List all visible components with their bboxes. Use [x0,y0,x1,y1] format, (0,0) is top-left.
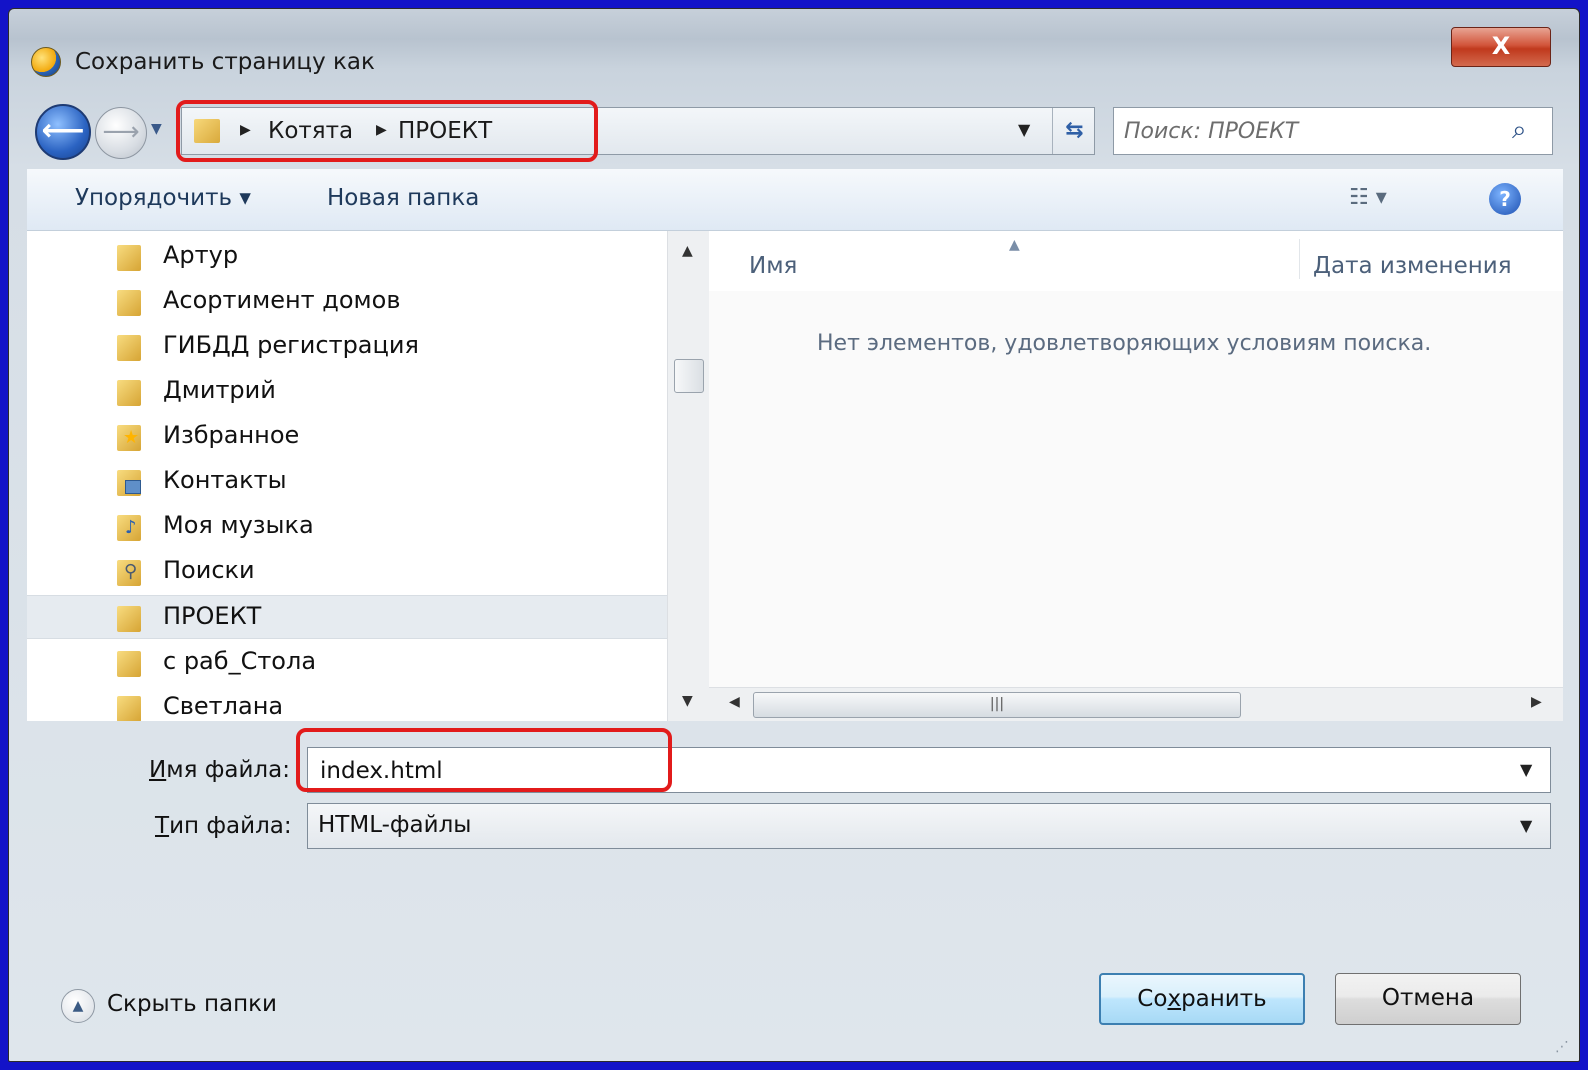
save-button[interactable]: Сохранить [1099,973,1305,1025]
tree-item-label: Дмитрий [163,376,276,404]
search-box[interactable]: ⌕ [1113,107,1553,155]
empty-results-message: Нет элементов, удовлетворяющих условиям … [817,331,1432,356]
tree-item-label: Артур [163,241,239,269]
tree-item-my-music[interactable]: Моя музыка [27,505,667,549]
tree-item-label: Контакты [163,466,287,494]
address-bar[interactable]: ▶ Котята ▶ ПРОЕКТ ▼ ⇆ [181,107,1095,155]
scroll-up-icon[interactable]: ▲ [682,243,693,259]
tree-item-label: Избранное [163,421,300,449]
tree-item-searches[interactable]: Поиски [27,550,667,594]
sort-ascending-icon: ▲ [1009,237,1020,253]
view-options-icon[interactable]: ☷ ▾ [1349,185,1387,210]
tree-item-favorites[interactable]: Избранное [27,415,667,459]
folder-icon [117,651,141,677]
column-divider[interactable] [1299,239,1300,279]
tree-item-label: Поиски [163,556,255,584]
searches-folder-icon [117,560,141,586]
filetype-select[interactable]: HTML-файлы ▼ [307,803,1551,849]
column-header-row: Имя ▲ Дата изменения [709,231,1563,291]
column-header-name[interactable]: Имя [749,253,797,279]
tree-item-label: ПРОЕКТ [163,602,262,630]
music-folder-icon [117,515,141,541]
back-button[interactable]: ⟵ [35,104,91,160]
tree-item-label: Моя музыка [163,511,314,539]
scroll-down-icon[interactable]: ▼ [682,693,693,709]
tree-vertical-scrollbar[interactable]: ▲ ▼ [667,231,709,721]
hide-folders-chevron-icon[interactable]: ▲ [61,989,95,1023]
file-list-horizontal-scrollbar[interactable]: ◀ ||| ▶ [709,687,1563,721]
forward-button[interactable]: ⟶ [95,107,147,159]
folder-icon [117,335,141,361]
new-folder-button[interactable]: Новая папка [327,185,479,211]
title-bar: Сохранить страницу как X [9,9,1579,93]
resize-grip-icon[interactable]: ⋰ [1555,1039,1569,1055]
breadcrumb-proekt[interactable]: ПРОЕКТ [398,118,492,144]
help-icon[interactable]: ? [1489,183,1521,215]
tree-item-desktop[interactable]: с раб_Стола [27,641,667,685]
back-arrow-icon: ⟵ [41,113,85,148]
hide-folders-button[interactable]: Скрыть папки [107,991,277,1017]
folder-icon [117,380,141,406]
close-button[interactable]: X [1451,27,1551,67]
filetype-dropdown-icon[interactable]: ▼ [1520,816,1532,835]
breadcrumb-kotyata[interactable]: Котята [268,118,353,144]
scroll-right-icon[interactable]: ▶ [1531,694,1542,710]
contacts-folder-icon [117,470,141,496]
command-bar: Упорядочить ▾ Новая папка ☷ ▾ ? [27,169,1563,231]
tree-item-svetlana[interactable]: Светлана [27,686,667,721]
breadcrumb-arrow-icon[interactable]: ▶ [376,122,387,138]
folder-icon [117,245,141,271]
browser-icon [31,47,61,77]
breadcrumb-arrow-icon[interactable]: ▶ [240,122,251,138]
tree-item-label: с раб_Стола [163,647,317,675]
folder-icon [117,290,141,316]
forward-arrow-icon: ⟶ [102,117,140,147]
window-title: Сохранить страницу как [75,49,375,75]
filename-dropdown-icon[interactable]: ▼ [1520,760,1532,779]
save-page-dialog: Сохранить страницу как X ⟵ ⟶ ▼ ▶ Котята … [8,8,1580,1062]
navigation-pane[interactable]: Артур Асортимент домов ГИБДД регистрация… [27,231,667,721]
tree-item-label: Светлана [163,692,284,720]
search-icon[interactable]: ⌕ [1512,115,1527,146]
cancel-button[interactable]: Отмена [1335,973,1521,1025]
filetype-label: Тип файла: [155,813,292,839]
tree-item-artur[interactable]: Артур [27,235,667,279]
filename-label: Имя файла: [149,757,290,783]
refresh-icon[interactable]: ⇆ [1052,108,1096,154]
favorites-folder-icon [117,425,141,451]
scroll-left-icon[interactable]: ◀ [729,694,740,710]
file-list-pane[interactable]: Имя ▲ Дата изменения Нет элементов, удов… [709,231,1563,721]
tree-item-contacts[interactable]: Контакты [27,460,667,504]
tree-item-label: ГИБДД регистрация [163,331,419,359]
tree-item-assortment[interactable]: Асортимент домов [27,280,667,324]
address-dropdown-icon[interactable]: ▼ [1018,120,1030,139]
recent-locations-chevron-icon[interactable]: ▼ [151,121,162,137]
search-input[interactable] [1124,116,1504,146]
scroll-thumb[interactable] [674,359,704,393]
folder-icon [117,696,141,721]
column-header-date[interactable]: Дата изменения [1313,253,1512,279]
scroll-thumb[interactable]: ||| [753,692,1241,718]
tree-item-gibdd[interactable]: ГИБДД регистрация [27,325,667,369]
filetype-value: HTML-файлы [318,812,472,838]
organize-button[interactable]: Упорядочить ▾ [75,185,251,211]
tree-item-proekt[interactable]: ПРОЕКТ [27,595,667,639]
filename-combobox[interactable]: ▼ [307,747,1551,793]
folder-icon [117,606,141,632]
tree-item-dmitriy[interactable]: Дмитрий [27,370,667,414]
tree-item-label: Асортимент домов [163,286,401,314]
folder-icon [194,119,220,143]
filename-input[interactable] [320,756,1500,786]
